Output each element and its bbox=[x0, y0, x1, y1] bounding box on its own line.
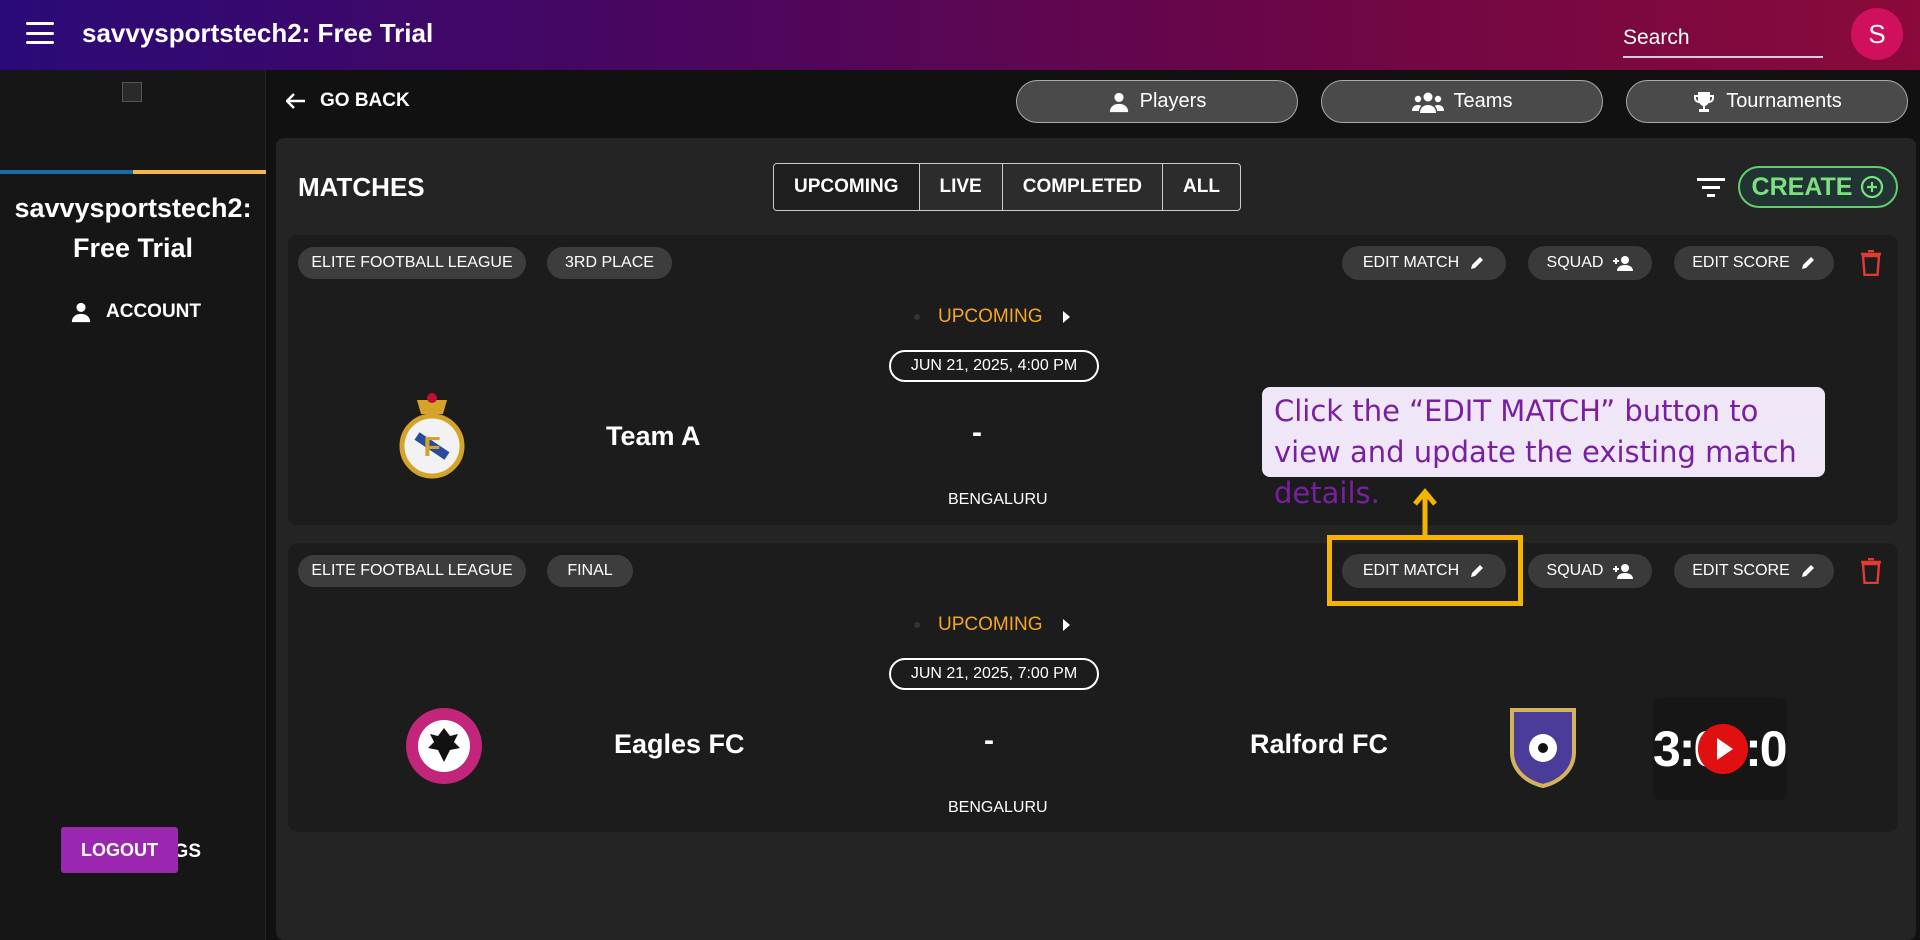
countdown-video: 3:00:00 bbox=[1653, 698, 1787, 800]
league-chip: ELITE FOOTBALL LEAGUE bbox=[298, 247, 526, 279]
squad-label: SQUAD bbox=[1546, 562, 1604, 579]
ralford-fc-logo bbox=[1510, 708, 1576, 788]
tab-upcoming[interactable]: UPCOMING bbox=[774, 164, 920, 210]
squad-button[interactable]: SQUAD bbox=[1528, 554, 1652, 588]
svg-text:F: F bbox=[423, 431, 440, 462]
filter-icon[interactable] bbox=[1697, 176, 1725, 198]
trophy-icon bbox=[1694, 91, 1715, 112]
broken-image-icon bbox=[122, 82, 142, 102]
logout-button[interactable]: LOGOUT bbox=[61, 827, 178, 873]
match-venue: BENGALURU bbox=[948, 491, 1048, 508]
round-chip: FINAL bbox=[547, 555, 633, 587]
pencil-icon bbox=[1801, 257, 1814, 269]
match-venue: BENGALURU bbox=[948, 799, 1048, 816]
status-dot bbox=[914, 314, 920, 320]
players-label: Players bbox=[1139, 90, 1207, 112]
group-icon bbox=[1411, 92, 1444, 113]
trash-icon[interactable] bbox=[1860, 250, 1882, 276]
sidebar-item-account[interactable]: ACCOUNT bbox=[70, 301, 201, 323]
caret-right-icon[interactable] bbox=[1061, 310, 1071, 324]
status-dot bbox=[914, 622, 920, 628]
league-chip: ELITE FOOTBALL LEAGUE bbox=[298, 555, 526, 587]
person-add-icon bbox=[1613, 564, 1634, 579]
teams-label: Teams bbox=[1453, 90, 1513, 112]
top-app-bar: savvysportstech2: Free Trial S bbox=[0, 0, 1920, 70]
edit-score-button[interactable]: EDIT SCORE bbox=[1674, 246, 1834, 280]
search-input[interactable] bbox=[1623, 20, 1823, 58]
tournaments-button[interactable]: Tournaments bbox=[1626, 80, 1908, 123]
menu-icon[interactable] bbox=[26, 22, 54, 44]
sidebar-item-label: ACCOUNT bbox=[106, 301, 201, 322]
status-label: UPCOMING bbox=[938, 306, 1043, 327]
tab-all[interactable]: ALL bbox=[1163, 164, 1240, 210]
match-status: UPCOMING bbox=[914, 306, 1071, 328]
play-icon[interactable] bbox=[1698, 724, 1748, 774]
match-score: - bbox=[972, 416, 982, 449]
sidebar-org-title: savvysportstech2: Free Trial bbox=[14, 193, 252, 263]
arrow-left-icon bbox=[286, 93, 305, 109]
create-button[interactable]: CREATE bbox=[1738, 166, 1898, 208]
sidebar: savvysportstech2: Free Trial ACCOUNT SET… bbox=[0, 70, 266, 940]
go-back-button[interactable]: GO BACK bbox=[286, 90, 410, 112]
match-card bbox=[288, 235, 1898, 525]
tab-completed[interactable]: COMPLETED bbox=[1003, 164, 1164, 210]
away-team-name: Ralford FC bbox=[1250, 729, 1388, 759]
avatar[interactable]: S bbox=[1851, 8, 1903, 60]
tournaments-label: Tournaments bbox=[1726, 90, 1842, 112]
go-back-label: GO BACK bbox=[320, 90, 410, 111]
page-title: MATCHES bbox=[298, 172, 425, 202]
pencil-icon bbox=[1801, 565, 1814, 577]
edit-score-button[interactable]: EDIT SCORE bbox=[1674, 554, 1834, 588]
match-status: UPCOMING bbox=[914, 614, 1071, 636]
eagles-fc-logo bbox=[406, 708, 482, 784]
match-filter-tabs: UPCOMING LIVE COMPLETED ALL bbox=[773, 163, 1241, 211]
home-team-name: Team A bbox=[606, 421, 701, 451]
home-team-name: Eagles FC bbox=[614, 729, 745, 759]
edit-match-button[interactable]: EDIT MATCH bbox=[1342, 246, 1506, 280]
add-circle-icon bbox=[1861, 175, 1884, 199]
match-datetime: JUN 21, 2025, 4:00 PM bbox=[889, 350, 1099, 382]
pencil-icon bbox=[1471, 257, 1484, 269]
round-chip: 3RD PLACE bbox=[547, 247, 672, 279]
team-crest-logo: F bbox=[399, 393, 465, 479]
squad-label: SQUAD bbox=[1546, 254, 1604, 271]
match-datetime: JUN 21, 2025, 7:00 PM bbox=[889, 658, 1099, 690]
edit-score-label: EDIT SCORE bbox=[1692, 562, 1790, 579]
edit-score-label: EDIT SCORE bbox=[1692, 254, 1790, 271]
person-add-icon bbox=[1613, 256, 1634, 271]
edit-match-label: EDIT MATCH bbox=[1362, 254, 1460, 271]
edit-match-highlight bbox=[1327, 535, 1523, 606]
person-icon bbox=[71, 302, 91, 323]
players-button[interactable]: Players bbox=[1016, 80, 1298, 123]
app-title: savvysportstech2: Free Trial bbox=[82, 18, 434, 48]
match-score: - bbox=[984, 724, 994, 757]
squad-button[interactable]: SQUAD bbox=[1528, 246, 1652, 280]
person-icon bbox=[1109, 92, 1128, 112]
trash-icon[interactable] bbox=[1860, 558, 1882, 584]
tab-live[interactable]: LIVE bbox=[920, 164, 1003, 210]
tutorial-tooltip: Click the “EDIT MATCH” button to view an… bbox=[1262, 387, 1825, 510]
caret-right-icon[interactable] bbox=[1061, 618, 1071, 632]
teams-button[interactable]: Teams bbox=[1321, 80, 1603, 123]
arrow-up-icon bbox=[1413, 488, 1437, 536]
status-label: UPCOMING bbox=[938, 614, 1043, 635]
create-label: CREATE bbox=[1751, 172, 1853, 201]
sidebar-divider bbox=[0, 170, 266, 174]
